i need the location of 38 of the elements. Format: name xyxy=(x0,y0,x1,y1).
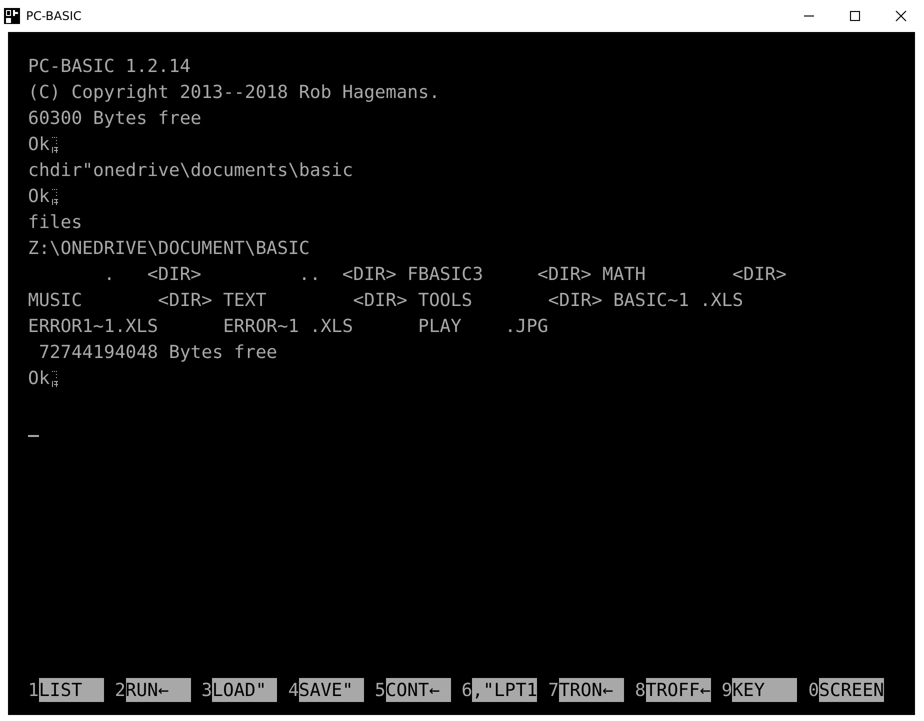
function-key[interactable]: CONT← xyxy=(386,678,451,702)
key-number: 8 xyxy=(634,680,646,700)
function-key[interactable]: LOAD" xyxy=(212,678,278,702)
key-number: 9 xyxy=(722,680,732,700)
prompt-text: Ok xyxy=(28,133,50,157)
cursor xyxy=(28,435,39,437)
window-title: PC-BASIC xyxy=(26,9,82,23)
console-text: ERROR1~1.XLS ERROR~1 .XLS PLAY .JPG xyxy=(28,315,548,339)
console-text: chdir"onedrive\documents\basic xyxy=(28,159,354,183)
key-number: 1 xyxy=(28,680,39,700)
key-number: 4 xyxy=(288,680,299,700)
function-key[interactable]: LIST xyxy=(38,678,104,702)
console-text: 72744194048 Bytes free xyxy=(38,341,278,365)
key-number: 3 xyxy=(201,680,212,700)
maximize-icon[interactable] xyxy=(849,10,861,22)
console-text: files xyxy=(28,211,82,235)
function-key[interactable]: KEY xyxy=(732,678,798,702)
console-text: (C) Copyright 2013--2018 Rob Hagemans. xyxy=(28,81,440,105)
key-number: 2 xyxy=(114,680,126,700)
console-text: 60300 Bytes free xyxy=(28,107,202,131)
key-number: 7 xyxy=(548,680,559,700)
prompt-text: Ok xyxy=(28,185,50,209)
console-text: Z:\ONEDRIVE\DOCUMENT\BASIC xyxy=(28,237,310,261)
function-key[interactable]: SCREEN xyxy=(819,678,884,702)
function-key[interactable]: TROFF← xyxy=(646,678,711,702)
function-key[interactable]: SAVE" xyxy=(298,678,364,702)
key-number: 0 xyxy=(808,680,820,700)
prompt-text: Ok xyxy=(28,367,50,391)
app-icon xyxy=(4,8,20,24)
console-text: . <DIR> .. <DIR> FBASIC3 <DIR> MATH <DIR> xyxy=(102,263,787,287)
key-number: 5 xyxy=(374,680,386,700)
function-key[interactable]: TRON← xyxy=(558,678,624,702)
close-icon[interactable] xyxy=(895,10,907,22)
console-text: MUSIC <DIR> TEXT <DIR> TOOLS <DIR> BASIC~1 .XLS xyxy=(28,289,744,313)
console-text: PC-BASIC 1.2.14 xyxy=(28,55,191,79)
function-key[interactable]: ,"LPT1 xyxy=(472,678,538,702)
key-number: 6 xyxy=(461,680,472,700)
function-key[interactable]: RUN← xyxy=(126,678,191,702)
